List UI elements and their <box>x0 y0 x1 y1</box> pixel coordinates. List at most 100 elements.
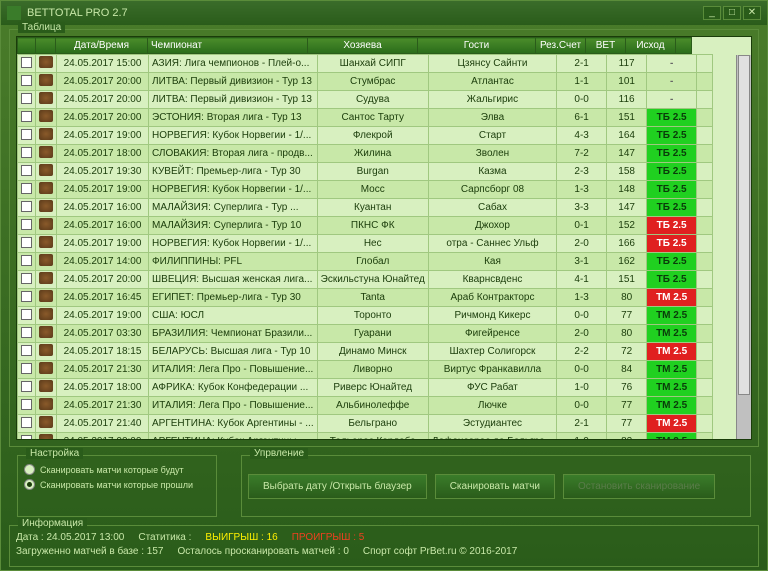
radio-future[interactable]: Сканировать матчи которые будут <box>24 464 210 475</box>
cell-date: 24.05.2017 16:00 <box>57 199 149 217</box>
minimize-icon[interactable]: _ <box>703 6 721 20</box>
vertical-scrollbar[interactable] <box>736 55 751 439</box>
scrollbar-thumb[interactable] <box>738 55 750 395</box>
cell-result: ТМ 2.5 <box>647 289 697 307</box>
cell-champ: БЕЛАРУСЬ: Высшая лига - Тур 10 <box>149 343 318 361</box>
col-champ[interactable]: Чемпионат <box>148 38 308 54</box>
cell-champ: АРГЕНТИНА: Кубок Аргентины - ... <box>149 415 318 433</box>
table-row[interactable]: 24.05.2017 19:00НОРВЕГИЯ: Кубок Норвегии… <box>18 127 713 145</box>
row-checkbox[interactable] <box>21 237 32 248</box>
table-row[interactable]: 24.05.2017 19:00США: ЮСЛТоронтоРичмонд К… <box>18 307 713 325</box>
cell-home: Жилина <box>317 145 428 163</box>
row-checkbox[interactable] <box>21 57 32 68</box>
row-checkbox[interactable] <box>21 147 32 158</box>
stop-button[interactable]: Остановить сканирование <box>563 474 715 499</box>
cell-date: 24.05.2017 18:15 <box>57 343 149 361</box>
cell-away: Кая <box>428 253 556 271</box>
row-checkbox[interactable] <box>21 435 32 441</box>
row-checkbox[interactable] <box>21 93 32 104</box>
col-result[interactable]: Исход <box>626 38 676 54</box>
loaded-value: 157 <box>147 546 164 557</box>
cell-date: 24.05.2017 19:00 <box>57 127 149 145</box>
row-checkbox[interactable] <box>21 75 32 86</box>
row-checkbox[interactable] <box>21 201 32 212</box>
cell-champ: ЛИТВА: Первый дивизион - Тур 13 <box>149 91 318 109</box>
cell-home: Риверс Юнайтед <box>317 379 428 397</box>
col-check[interactable] <box>18 38 36 54</box>
table-row[interactable]: 24.05.2017 03:30БРАЗИЛИЯ: Чемпионат Браз… <box>18 325 713 343</box>
close-icon[interactable]: ✕ <box>743 6 761 20</box>
row-checkbox[interactable] <box>21 363 32 374</box>
cell-home: Burgan <box>317 163 428 181</box>
table-row[interactable]: 24.05.2017 19:00НОРВЕГИЯ: Кубок Норвегии… <box>18 235 713 253</box>
browse-button[interactable]: Выбрать дату /Открыть блаузер <box>248 474 427 499</box>
table-row[interactable]: 24.05.2017 20:00ЛИТВА: Первый дивизион -… <box>18 73 713 91</box>
radio-past[interactable]: Сканировать матчи которые прошли <box>24 479 210 490</box>
col-icon[interactable] <box>36 38 56 54</box>
row-checkbox[interactable] <box>21 255 32 266</box>
table-row[interactable]: 24.05.2017 21:30ИТАЛИЯ: Лега Про - Повыш… <box>18 397 713 415</box>
radio-past-label: Сканировать матчи которые прошли <box>40 480 193 490</box>
cell-result: ТМ 2.5 <box>647 379 697 397</box>
col-date[interactable]: Дата/Время <box>56 38 148 54</box>
row-checkbox[interactable] <box>21 345 32 356</box>
row-checkbox[interactable] <box>21 183 32 194</box>
table-row[interactable]: 24.05.2017 20:00ЛИТВА: Первый дивизион -… <box>18 91 713 109</box>
cell-home: Бельграно <box>317 415 428 433</box>
win-label: ВЫИГРЫШ : <box>205 532 263 543</box>
table-row[interactable]: 24.05.2017 16:00МАЛАЙЗИЯ: Суперлига - Ту… <box>18 217 713 235</box>
row-checkbox[interactable] <box>21 417 32 428</box>
col-bet[interactable]: BET <box>586 38 626 54</box>
cell-away: Сарпсборг 08 <box>428 181 556 199</box>
table-row[interactable]: 24.05.2017 18:00АФРИКА: Кубок Конфедерац… <box>18 379 713 397</box>
row-checkbox[interactable] <box>21 219 32 230</box>
row-checkbox[interactable] <box>21 309 32 320</box>
table-row[interactable]: 24.05.2017 16:00МАЛАЙЗИЯ: Суперлига - Ту… <box>18 199 713 217</box>
titlebar[interactable]: BETTOTAL PRO 2.7 _ □ ✕ <box>1 1 767 25</box>
window-controls: _ □ ✕ <box>703 6 761 20</box>
cell-champ: ЛИТВА: Первый дивизион - Тур 13 <box>149 73 318 91</box>
app-icon <box>7 6 21 20</box>
row-icon <box>39 74 53 86</box>
radio-icon[interactable] <box>24 479 35 490</box>
radio-icon[interactable] <box>24 464 35 475</box>
row-checkbox[interactable] <box>21 291 32 302</box>
cell-result: ТБ 2.5 <box>647 235 697 253</box>
cell-score: 2-2 <box>557 343 607 361</box>
col-away[interactable]: Гости <box>418 38 536 54</box>
row-checkbox[interactable] <box>21 111 32 122</box>
scan-button[interactable]: Сканировать матчи <box>435 474 555 499</box>
row-checkbox[interactable] <box>21 381 32 392</box>
table-row[interactable]: 24.05.2017 14:00ФИЛИППИНЫ: PFLГлобалКая3… <box>18 253 713 271</box>
table-row[interactable]: 24.05.2017 15:00АЗИЯ: Лига чемпионов - П… <box>18 55 713 73</box>
col-home[interactable]: Хозяева <box>308 38 418 54</box>
cell-away: Кварнсвденс <box>428 271 556 289</box>
row-checkbox[interactable] <box>21 399 32 410</box>
row-checkbox[interactable] <box>21 327 32 338</box>
cell-date: 24.05.2017 18:00 <box>57 379 149 397</box>
maximize-icon[interactable]: □ <box>723 6 741 20</box>
table-row[interactable]: 24.05.2017 21:30ИТАЛИЯ: Лега Про - Повыш… <box>18 361 713 379</box>
table-row[interactable]: 24.05.2017 18:15БЕЛАРУСЬ: Высшая лига - … <box>18 343 713 361</box>
table-row[interactable]: 24.05.2017 20:00ШВЕЦИЯ: Высшая женская л… <box>18 271 713 289</box>
cell-champ: НОРВЕГИЯ: Кубок Норвегии - 1/... <box>149 127 318 145</box>
table-row[interactable]: 24.05.2017 00:00АРГЕНТИНА: Кубок Аргенти… <box>18 433 713 441</box>
table-row[interactable]: 24.05.2017 16:45ЕГИПЕТ: Премьер-лига - Т… <box>18 289 713 307</box>
cell-result: ТМ 2.5 <box>647 307 697 325</box>
cell-away: Шахтер Солигорск <box>428 343 556 361</box>
table-row[interactable]: 24.05.2017 19:00НОРВЕГИЯ: Кубок Норвегии… <box>18 181 713 199</box>
col-score[interactable]: Рез.Счет <box>536 38 586 54</box>
cell-date: 24.05.2017 19:00 <box>57 307 149 325</box>
row-checkbox[interactable] <box>21 165 32 176</box>
row-checkbox[interactable] <box>21 273 32 284</box>
cell-home: ПКНС ФК <box>317 217 428 235</box>
table-row[interactable]: 24.05.2017 20:00ЭСТОНИЯ: Вторая лига - Т… <box>18 109 713 127</box>
cell-champ: АФРИКА: Кубок Конфедерации ... <box>149 379 318 397</box>
cell-champ: ЕГИПЕТ: Премьер-лига - Тур 30 <box>149 289 318 307</box>
table-row[interactable]: 24.05.2017 19:30КУВЕЙТ: Премьер-лига - Т… <box>18 163 713 181</box>
cell-date: 24.05.2017 20:00 <box>57 109 149 127</box>
row-checkbox[interactable] <box>21 129 32 140</box>
cell-home: Куантан <box>317 199 428 217</box>
table-row[interactable]: 24.05.2017 21:40АРГЕНТИНА: Кубок Аргенти… <box>18 415 713 433</box>
table-row[interactable]: 24.05.2017 18:00СЛОВАКИЯ: Вторая лига - … <box>18 145 713 163</box>
